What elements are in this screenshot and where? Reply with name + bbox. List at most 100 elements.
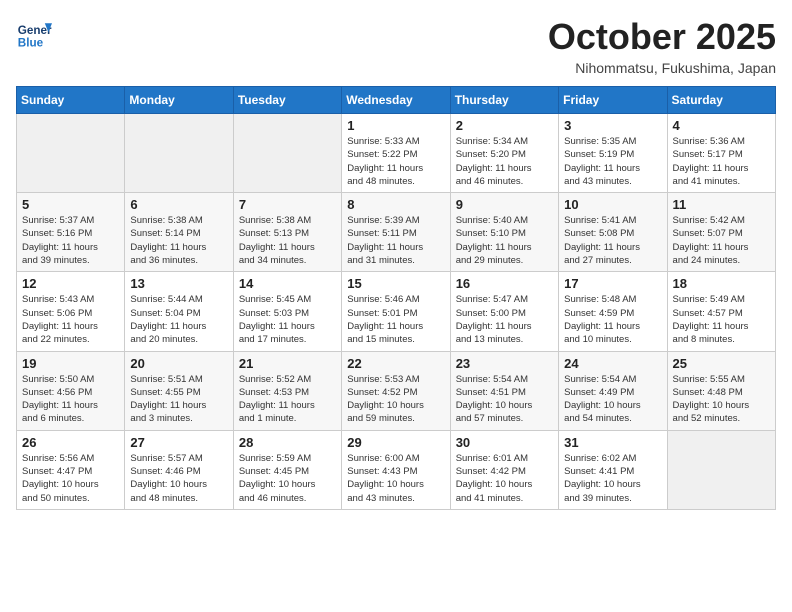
calendar-cell: 30Sunrise: 6:01 AM Sunset: 4:42 PM Dayli…: [450, 430, 558, 509]
calendar-week-row: 5Sunrise: 5:37 AM Sunset: 5:16 PM Daylig…: [17, 193, 776, 272]
day-info: Sunrise: 5:43 AM Sunset: 5:06 PM Dayligh…: [22, 293, 119, 346]
day-info: Sunrise: 5:54 AM Sunset: 4:51 PM Dayligh…: [456, 373, 553, 426]
day-info: Sunrise: 5:38 AM Sunset: 5:14 PM Dayligh…: [130, 214, 227, 267]
calendar-week-row: 26 Sunrise: 5:56 AM Sunset: 4:47 PM Dayli…: [17, 430, 776, 509]
day-of-week-header: Friday: [559, 87, 667, 114]
calendar-week-row: 1 Sunrise: 5:33 AM Sunset: 5:22 PM Daylig…: [17, 114, 776, 193]
header: General Blue October 2025 Nihommatsu, Fu…: [16, 16, 776, 76]
day-number: 28: [239, 435, 336, 450]
day-info: Sunrise: 5:37 AM Sunset: 5:16 PM Dayligh…: [22, 214, 119, 267]
day-number: 8: [347, 197, 444, 212]
svg-text:Blue: Blue: [18, 37, 44, 50]
day-info: Sunrise: 5:49 AM Sunset: 4:57 PM Dayligh…: [673, 293, 770, 346]
calendar-cell: 6 Sunrise: 5:38 AM Sunset: 5:14 PM Daylig…: [125, 193, 233, 272]
calendar-week-row: 19Sunrise: 5:50 AM Sunset: 4:56 PM Dayli…: [17, 351, 776, 430]
day-info: Sunrise: 5:34 AM Sunset: 5:20 PM Dayligh…: [456, 135, 553, 188]
calendar-cell: 25 Sunrise: 5:55 AM Sunset: 4:48 PM Dayli…: [667, 351, 775, 430]
day-number: 1: [347, 118, 444, 133]
day-number: 14: [239, 276, 336, 291]
calendar-cell: 24Sunrise: 5:54 AM Sunset: 4:49 PM Dayli…: [559, 351, 667, 430]
calendar-cell: 10 Sunrise: 5:41 AM Sunset: 5:08 PM Dayli…: [559, 193, 667, 272]
day-number: 31: [564, 435, 661, 450]
day-number: 21: [239, 356, 336, 371]
calendar-cell: 31 Sunrise: 6:02 AM Sunset: 4:41 PM Dayli…: [559, 430, 667, 509]
day-number: 27: [130, 435, 227, 450]
day-of-week-header: Tuesday: [233, 87, 341, 114]
day-number: 11: [673, 197, 770, 212]
day-info: Sunrise: 5:38 AM Sunset: 5:13 PM Dayligh…: [239, 214, 336, 267]
day-number: 17: [564, 276, 661, 291]
day-info: Sunrise: 5:50 AM Sunset: 4:56 PM Dayligh…: [22, 373, 119, 426]
calendar-cell: 5Sunrise: 5:37 AM Sunset: 5:16 PM Daylig…: [17, 193, 125, 272]
calendar-cell: 2 Sunrise: 5:34 AM Sunset: 5:20 PM Daylig…: [450, 114, 558, 193]
day-number: 7: [239, 197, 336, 212]
day-info: Sunrise: 5:45 AM Sunset: 5:03 PM Dayligh…: [239, 293, 336, 346]
calendar-cell: 3 Sunrise: 5:35 AM Sunset: 5:19 PM Daylig…: [559, 114, 667, 193]
location: Nihommatsu, Fukushima, Japan: [548, 60, 776, 76]
day-number: 26: [22, 435, 119, 450]
calendar-table: SundayMondayTuesdayWednesdayThursdayFrid…: [16, 86, 776, 510]
day-info: Sunrise: 6:00 AM Sunset: 4:43 PM Dayligh…: [347, 452, 444, 505]
calendar-cell: 11 Sunrise: 5:42 AM Sunset: 5:07 PM Dayli…: [667, 193, 775, 272]
day-info: Sunrise: 5:40 AM Sunset: 5:10 PM Dayligh…: [456, 214, 553, 267]
day-info: Sunrise: 5:53 AM Sunset: 4:52 PM Dayligh…: [347, 373, 444, 426]
calendar-cell: 15Sunrise: 5:46 AM Sunset: 5:01 PM Dayli…: [342, 272, 450, 351]
calendar-cell: [125, 114, 233, 193]
day-number: 9: [456, 197, 553, 212]
day-number: 4: [673, 118, 770, 133]
day-info: Sunrise: 5:48 AM Sunset: 4:59 PM Dayligh…: [564, 293, 661, 346]
calendar-cell: 18Sunrise: 5:49 AM Sunset: 4:57 PM Dayli…: [667, 272, 775, 351]
day-of-week-header: Wednesday: [342, 87, 450, 114]
calendar-cell: 4 Sunrise: 5:36 AM Sunset: 5:17 PM Daylig…: [667, 114, 775, 193]
day-info: Sunrise: 5:36 AM Sunset: 5:17 PM Dayligh…: [673, 135, 770, 188]
day-info: Sunrise: 5:41 AM Sunset: 5:08 PM Dayligh…: [564, 214, 661, 267]
calendar-cell: [233, 114, 341, 193]
calendar-cell: 16 Sunrise: 5:47 AM Sunset: 5:00 PM Dayli…: [450, 272, 558, 351]
calendar-cell: 21 Sunrise: 5:52 AM Sunset: 4:53 PM Dayli…: [233, 351, 341, 430]
day-number: 24: [564, 356, 661, 371]
day-info: Sunrise: 5:39 AM Sunset: 5:11 PM Dayligh…: [347, 214, 444, 267]
day-info: Sunrise: 6:02 AM Sunset: 4:41 PM Dayligh…: [564, 452, 661, 505]
day-of-week-header: Saturday: [667, 87, 775, 114]
calendar-cell: 27 Sunrise: 5:57 AM Sunset: 4:46 PM Dayli…: [125, 430, 233, 509]
title-area: October 2025 Nihommatsu, Fukushima, Japa…: [548, 16, 776, 76]
day-of-week-header: Thursday: [450, 87, 558, 114]
day-number: 29: [347, 435, 444, 450]
day-info: Sunrise: 6:01 AM Sunset: 4:42 PM Dayligh…: [456, 452, 553, 505]
calendar-cell: 14 Sunrise: 5:45 AM Sunset: 5:03 PM Dayli…: [233, 272, 341, 351]
day-info: Sunrise: 5:57 AM Sunset: 4:46 PM Dayligh…: [130, 452, 227, 505]
day-info: Sunrise: 5:46 AM Sunset: 5:01 PM Dayligh…: [347, 293, 444, 346]
calendar-cell: 8 Sunrise: 5:39 AM Sunset: 5:11 PM Daylig…: [342, 193, 450, 272]
day-info: Sunrise: 5:51 AM Sunset: 4:55 PM Dayligh…: [130, 373, 227, 426]
day-number: 3: [564, 118, 661, 133]
calendar-body: 1 Sunrise: 5:33 AM Sunset: 5:22 PM Daylig…: [17, 114, 776, 510]
day-info: Sunrise: 5:52 AM Sunset: 4:53 PM Dayligh…: [239, 373, 336, 426]
day-info: Sunrise: 5:35 AM Sunset: 5:19 PM Dayligh…: [564, 135, 661, 188]
calendar-cell: 26 Sunrise: 5:56 AM Sunset: 4:47 PM Dayli…: [17, 430, 125, 509]
day-info: Sunrise: 5:44 AM Sunset: 5:04 PM Dayligh…: [130, 293, 227, 346]
day-of-week-header: Monday: [125, 87, 233, 114]
calendar-cell: 29 Sunrise: 6:00 AM Sunset: 4:43 PM Dayli…: [342, 430, 450, 509]
day-info: Sunrise: 5:33 AM Sunset: 5:22 PM Dayligh…: [347, 135, 444, 188]
day-info: Sunrise: 5:56 AM Sunset: 4:47 PM Dayligh…: [22, 452, 119, 505]
day-number: 2: [456, 118, 553, 133]
month-title: October 2025: [548, 16, 776, 58]
day-number: 13: [130, 276, 227, 291]
day-of-week-header: Sunday: [17, 87, 125, 114]
calendar-cell: 28Sunrise: 5:59 AM Sunset: 4:45 PM Dayli…: [233, 430, 341, 509]
day-info: Sunrise: 5:47 AM Sunset: 5:00 PM Dayligh…: [456, 293, 553, 346]
calendar-cell: 20 Sunrise: 5:51 AM Sunset: 4:55 PM Dayli…: [125, 351, 233, 430]
day-number: 6: [130, 197, 227, 212]
day-info: Sunrise: 5:42 AM Sunset: 5:07 PM Dayligh…: [673, 214, 770, 267]
calendar-cell: 13 Sunrise: 5:44 AM Sunset: 5:04 PM Dayli…: [125, 272, 233, 351]
calendar-cell: 23Sunrise: 5:54 AM Sunset: 4:51 PM Dayli…: [450, 351, 558, 430]
day-number: 12: [22, 276, 119, 291]
day-number: 16: [456, 276, 553, 291]
day-info: Sunrise: 5:55 AM Sunset: 4:48 PM Dayligh…: [673, 373, 770, 426]
calendar-week-row: 12 Sunrise: 5:43 AM Sunset: 5:06 PM Dayli…: [17, 272, 776, 351]
calendar-cell: [17, 114, 125, 193]
day-number: 25: [673, 356, 770, 371]
day-number: 10: [564, 197, 661, 212]
calendar-header-row: SundayMondayTuesdayWednesdayThursdayFrid…: [17, 87, 776, 114]
day-number: 20: [130, 356, 227, 371]
